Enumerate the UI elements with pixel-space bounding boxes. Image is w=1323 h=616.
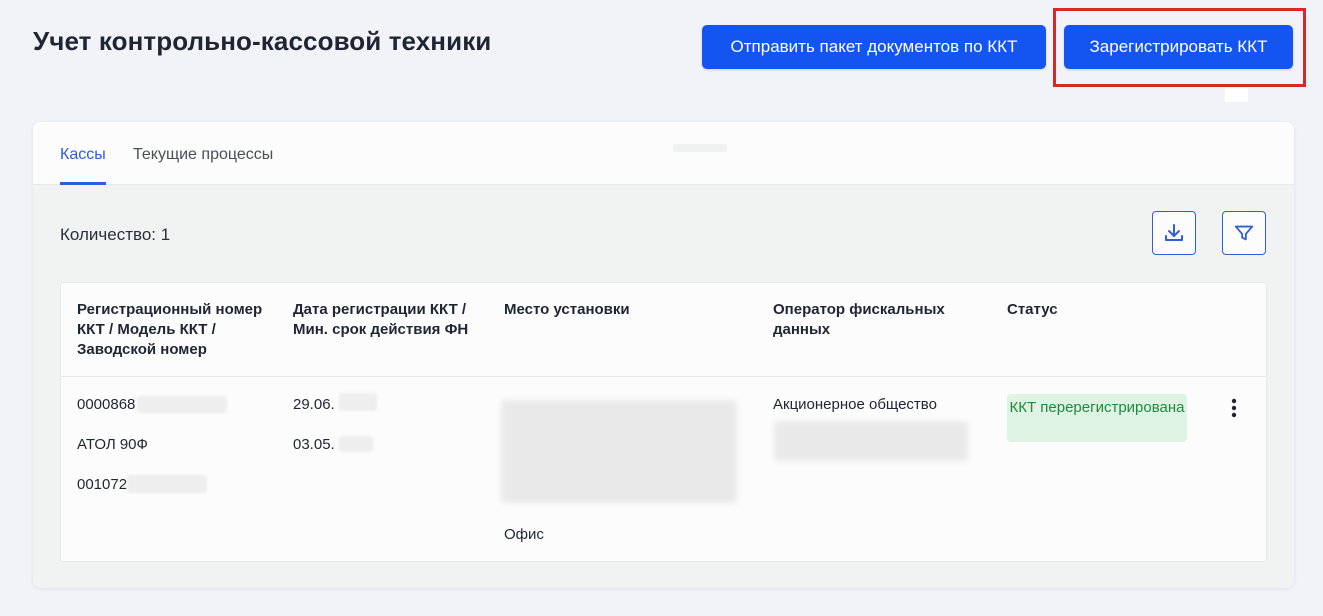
model-value: АТОЛ 90Ф <box>77 436 148 453</box>
tabs-bar: Кассы Текущие процессы <box>33 122 1294 185</box>
reg-date-value: 29.06. <box>293 396 335 413</box>
redacted-reg-date <box>339 393 377 411</box>
redacted-reg-number <box>137 396 227 413</box>
more-vertical-icon <box>1231 398 1237 418</box>
serial-value: 001072 <box>77 476 128 493</box>
redacted-fn-date <box>339 436 373 452</box>
column-header-place: Место установки <box>504 301 630 318</box>
kkt-table: Регистрационный номер ККТ / Модель ККТ /… <box>60 282 1267 562</box>
redacted-operator-name <box>774 421 968 461</box>
status-badge: ККТ перерегистрирована <box>1007 394 1187 442</box>
tab-kassy[interactable]: Кассы <box>60 146 106 164</box>
tabs-ghost-mark <box>673 144 727 152</box>
column-header-status: Статус <box>1007 301 1058 318</box>
kkt-card: Кассы Текущие процессы Количество: 1 Рег… <box>33 122 1294 588</box>
tab-active-indicator <box>60 182 106 185</box>
items-count: Количество: 1 <box>60 225 171 244</box>
fn-date-value: 03.05. <box>293 436 335 453</box>
column-header-reg-date: Дата регистрации ККТ / Мин. срок действи… <box>293 301 469 338</box>
send-documents-button[interactable]: Отправить пакет документов по ККТ <box>702 25 1046 69</box>
column-header-operator: Оператор фискальных данных <box>773 301 945 338</box>
row-actions-button[interactable] <box>1222 396 1246 420</box>
column-header-reg-number: Регистрационный номер ККТ / Модель ККТ /… <box>77 301 263 358</box>
operator-value: Акционерное общество <box>773 396 937 413</box>
redacted-serial <box>127 475 207 493</box>
tab-current-processes[interactable]: Текущие процессы <box>133 146 273 164</box>
decorative-block <box>1225 88 1248 102</box>
place-value: Офис <box>504 526 544 543</box>
header-divider <box>61 376 1266 377</box>
redacted-address <box>501 400 737 503</box>
page-root: Учет контрольно-кассовой техники Отправи… <box>0 0 1323 616</box>
filter-button[interactable] <box>1222 211 1266 255</box>
download-button[interactable] <box>1152 211 1196 255</box>
filter-icon <box>1234 225 1254 241</box>
register-kkt-button[interactable]: Зарегистрировать ККТ <box>1064 25 1293 69</box>
download-icon <box>1165 224 1183 241</box>
page-title: Учет контрольно-кассовой техники <box>33 26 492 56</box>
reg-number-value: 0000868 <box>77 396 136 413</box>
